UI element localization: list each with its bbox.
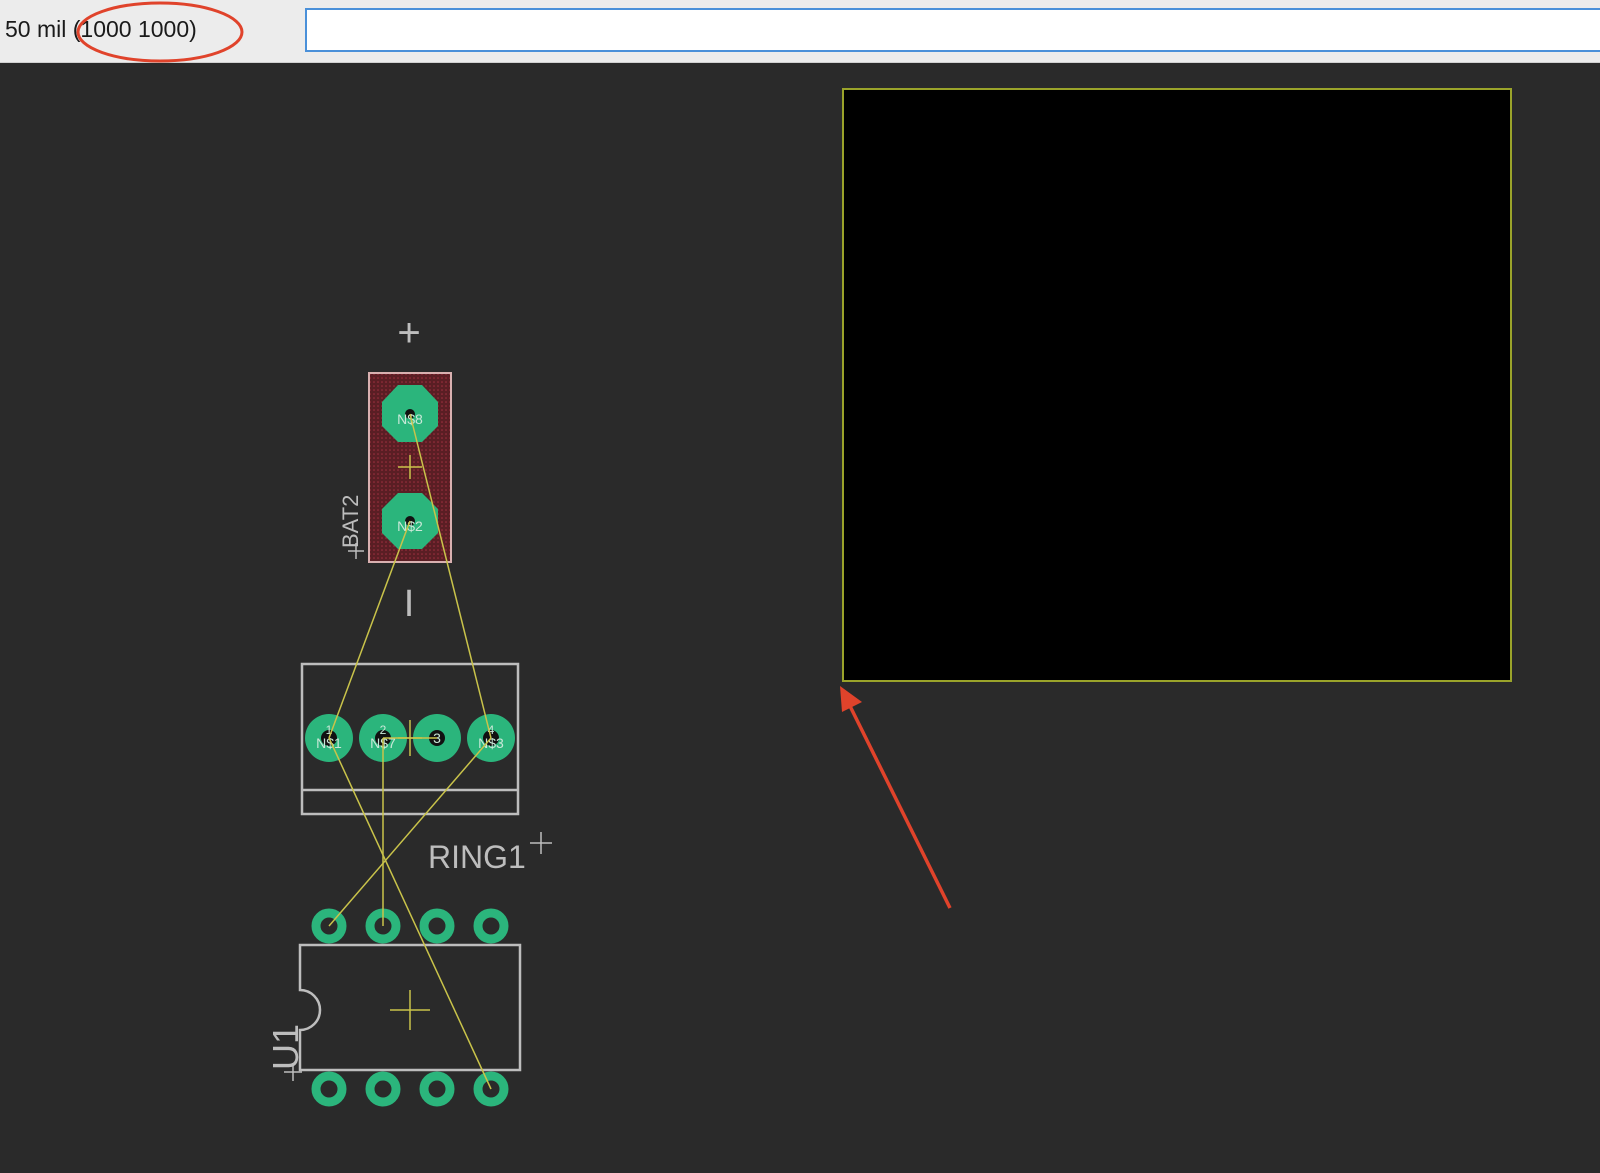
u1-origin-cross [390, 990, 430, 1030]
board-canvas[interactable]: + I N$8 N$2 BAT2 1 N$1 2 N$7 3 4 N$3 RIN… [0, 62, 1600, 1173]
u1-component[interactable]: U1 [265, 908, 522, 1107]
annotation-arrow [840, 686, 952, 909]
bat2-pad-1[interactable]: N$8 [382, 385, 438, 442]
u1-bottom-pads[interactable] [311, 1071, 509, 1107]
command-line-input[interactable] [305, 8, 1600, 52]
bat2-name-label: BAT2 [338, 495, 363, 548]
board-outline[interactable] [842, 88, 1512, 682]
u1-top-pads[interactable] [311, 908, 509, 944]
ring1-name-label: RING1 [428, 839, 526, 875]
bat2-pad-2-label: N$2 [397, 518, 423, 534]
bat2-minus-marker: I [404, 583, 415, 625]
ring1-name-origin-cross [530, 832, 552, 854]
u1-name-label: U1 [265, 1024, 306, 1070]
bat2-pad-1-label: N$8 [397, 411, 423, 427]
bat2-plus-marker: + [397, 311, 420, 355]
coordinate-highlight-circle [76, 1, 244, 63]
bat2-component[interactable]: + I N$8 N$2 BAT2 [338, 311, 452, 625]
ring1-component[interactable]: 1 N$1 2 N$7 3 4 N$3 RING1 [300, 662, 552, 875]
